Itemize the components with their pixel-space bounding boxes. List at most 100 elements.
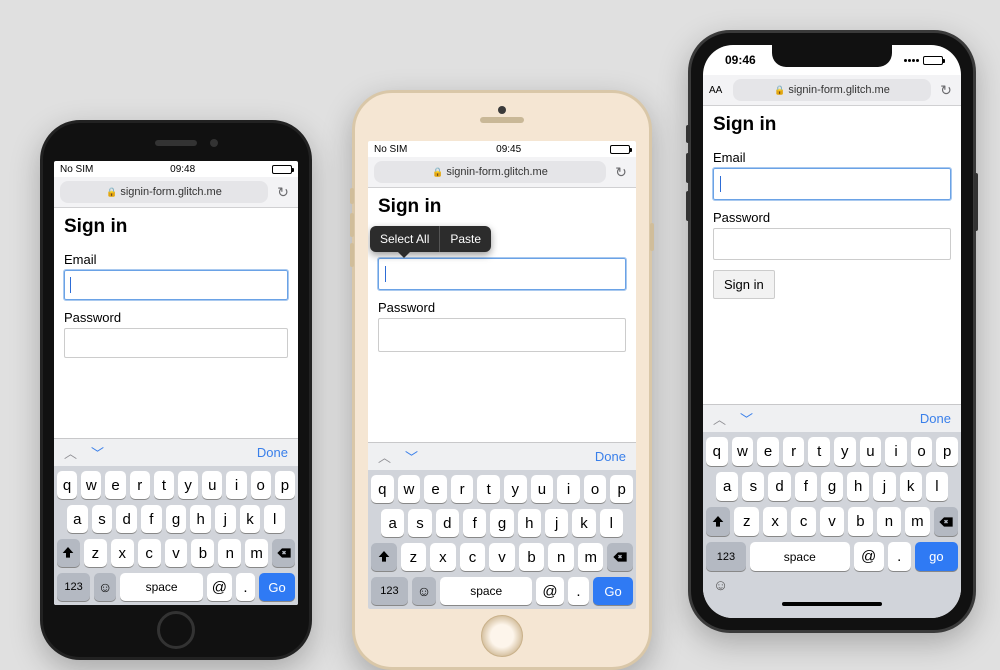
key-u[interactable]: u bbox=[531, 475, 554, 503]
at-key[interactable]: @ bbox=[854, 542, 884, 571]
key-j[interactable]: j bbox=[545, 509, 568, 537]
key-r[interactable]: r bbox=[783, 437, 805, 466]
home-indicator[interactable] bbox=[703, 594, 961, 618]
key-d[interactable]: d bbox=[768, 472, 790, 501]
key-g[interactable]: g bbox=[490, 509, 513, 537]
dot-key[interactable]: . bbox=[568, 577, 589, 605]
backspace-key[interactable] bbox=[934, 507, 958, 536]
shift-key[interactable] bbox=[57, 539, 80, 567]
go-key[interactable]: Go bbox=[593, 577, 633, 605]
url-box[interactable]: 🔒 signin-form.glitch.me bbox=[60, 181, 268, 203]
space-key[interactable]: space bbox=[440, 577, 532, 605]
key-i[interactable]: i bbox=[226, 471, 246, 499]
next-field-arrow-icon[interactable]: ﹀ bbox=[405, 447, 418, 466]
key-d[interactable]: d bbox=[116, 505, 137, 533]
signin-button[interactable]: Sign in bbox=[713, 270, 775, 299]
key-b[interactable]: b bbox=[848, 507, 872, 536]
key-s[interactable]: s bbox=[742, 472, 764, 501]
numeric-key[interactable]: 123 bbox=[57, 573, 90, 601]
key-u[interactable]: u bbox=[202, 471, 222, 499]
at-key[interactable]: @ bbox=[207, 573, 232, 601]
key-t[interactable]: t bbox=[477, 475, 500, 503]
space-key[interactable]: space bbox=[120, 573, 203, 601]
key-m[interactable]: m bbox=[245, 539, 268, 567]
at-key[interactable]: @ bbox=[536, 577, 564, 605]
email-field[interactable] bbox=[378, 258, 626, 290]
prev-field-arrow-icon[interactable]: ︿ bbox=[713, 409, 726, 428]
key-a[interactable]: a bbox=[716, 472, 738, 501]
key-i[interactable]: i bbox=[557, 475, 580, 503]
key-e[interactable]: e bbox=[757, 437, 779, 466]
volume-down-button[interactable] bbox=[350, 243, 354, 267]
key-r[interactable]: r bbox=[451, 475, 474, 503]
keyboard-done-button[interactable]: Done bbox=[920, 411, 951, 426]
key-n[interactable]: n bbox=[218, 539, 241, 567]
key-l[interactable]: l bbox=[926, 472, 948, 501]
next-field-arrow-icon[interactable]: ﹀ bbox=[740, 409, 753, 428]
key-w[interactable]: w bbox=[398, 475, 421, 503]
emoji-key[interactable]: ☺ bbox=[713, 577, 728, 594]
key-b[interactable]: b bbox=[191, 539, 214, 567]
password-field[interactable] bbox=[713, 228, 951, 260]
key-k[interactable]: k bbox=[240, 505, 261, 533]
home-button[interactable] bbox=[157, 611, 195, 649]
key-v[interactable]: v bbox=[489, 543, 515, 571]
key-s[interactable]: s bbox=[408, 509, 431, 537]
key-h[interactable]: h bbox=[518, 509, 541, 537]
mute-switch[interactable] bbox=[686, 125, 690, 143]
key-f[interactable]: f bbox=[463, 509, 486, 537]
key-r[interactable]: r bbox=[130, 471, 150, 499]
emoji-key[interactable]: ☺ bbox=[94, 573, 116, 601]
key-l[interactable]: l bbox=[600, 509, 623, 537]
prev-field-arrow-icon[interactable]: ︿ bbox=[378, 447, 391, 466]
numeric-key[interactable]: 123 bbox=[371, 577, 408, 605]
side-button[interactable] bbox=[650, 223, 654, 251]
key-p[interactable]: p bbox=[275, 471, 295, 499]
popover-paste[interactable]: Paste bbox=[440, 226, 491, 252]
volume-up-button[interactable] bbox=[686, 153, 690, 183]
home-button[interactable] bbox=[481, 615, 523, 657]
key-l[interactable]: l bbox=[264, 505, 285, 533]
key-x[interactable]: x bbox=[111, 539, 134, 567]
key-e[interactable]: e bbox=[105, 471, 125, 499]
key-d[interactable]: d bbox=[436, 509, 459, 537]
key-g[interactable]: g bbox=[166, 505, 187, 533]
refresh-icon[interactable]: ↻ bbox=[274, 184, 292, 201]
backspace-key[interactable] bbox=[607, 543, 633, 571]
key-a[interactable]: a bbox=[67, 505, 88, 533]
key-z[interactable]: z bbox=[84, 539, 107, 567]
key-p[interactable]: p bbox=[936, 437, 958, 466]
key-w[interactable]: w bbox=[81, 471, 101, 499]
keyboard-done-button[interactable]: Done bbox=[595, 449, 626, 464]
key-x[interactable]: x bbox=[430, 543, 456, 571]
key-o[interactable]: o bbox=[911, 437, 933, 466]
key-q[interactable]: q bbox=[371, 475, 394, 503]
key-b[interactable]: b bbox=[519, 543, 545, 571]
key-s[interactable]: s bbox=[92, 505, 113, 533]
key-f[interactable]: f bbox=[795, 472, 817, 501]
email-field[interactable] bbox=[713, 168, 951, 200]
key-f[interactable]: f bbox=[141, 505, 162, 533]
dot-key[interactable]: . bbox=[888, 542, 911, 571]
go-key[interactable]: Go bbox=[259, 573, 295, 601]
key-i[interactable]: i bbox=[885, 437, 907, 466]
key-e[interactable]: e bbox=[424, 475, 447, 503]
keyboard-done-button[interactable]: Done bbox=[257, 445, 288, 460]
prev-field-arrow-icon[interactable]: ︿ bbox=[64, 443, 77, 462]
key-w[interactable]: w bbox=[732, 437, 754, 466]
emoji-key[interactable]: ☺ bbox=[412, 577, 437, 605]
key-t[interactable]: t bbox=[808, 437, 830, 466]
key-q[interactable]: q bbox=[706, 437, 728, 466]
popover-select-all[interactable]: Select All bbox=[370, 226, 440, 252]
key-y[interactable]: y bbox=[178, 471, 198, 499]
key-c[interactable]: c bbox=[791, 507, 815, 536]
key-q[interactable]: q bbox=[57, 471, 77, 499]
mute-switch[interactable] bbox=[350, 188, 354, 204]
key-n[interactable]: n bbox=[877, 507, 901, 536]
key-u[interactable]: u bbox=[860, 437, 882, 466]
key-m[interactable]: m bbox=[578, 543, 604, 571]
text-size-button[interactable]: AA bbox=[709, 85, 727, 96]
key-j[interactable]: j bbox=[215, 505, 236, 533]
backspace-key[interactable] bbox=[272, 539, 295, 567]
key-k[interactable]: k bbox=[572, 509, 595, 537]
